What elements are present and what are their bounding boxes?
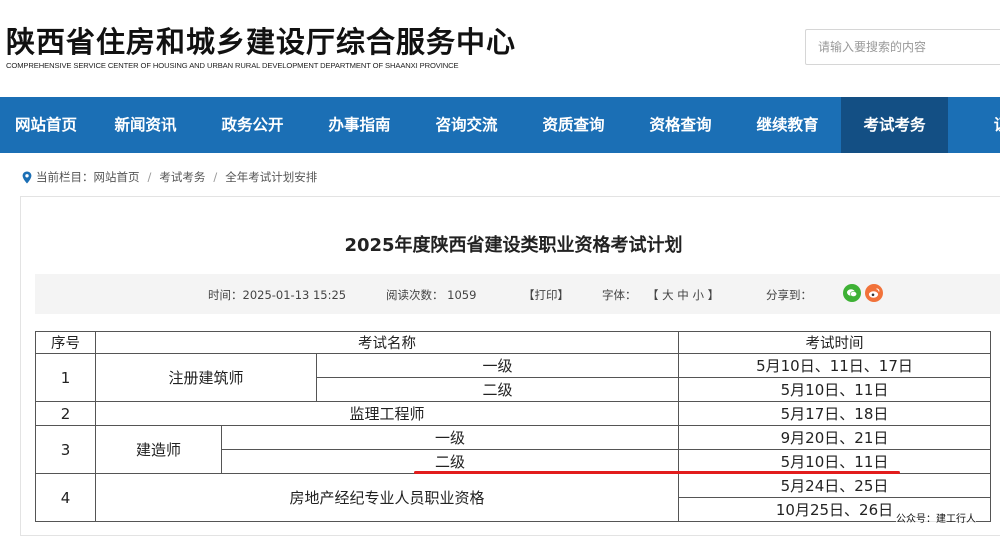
row-exam-level: 一级 <box>221 425 679 450</box>
row-no: 4 <box>35 473 96 522</box>
red-highlight-underline <box>414 471 900 474</box>
breadcrumb: 当前栏目： 网站首页 / 考试考务 / 全年考试计划安排 <box>22 169 317 185</box>
breadcrumb-label: 当前栏目： <box>36 170 94 184</box>
site-header: 陕西省住房和城乡建设厅综合服务中心 COMPREHENSIVE SERVICE … <box>0 0 1000 97</box>
row-exam-time: 5月24日、25日 <box>678 473 991 498</box>
row-no: 3 <box>35 425 96 474</box>
table-header-row: 序号 考试名称 考试时间 <box>35 331 991 354</box>
breadcrumb-separator: / <box>213 170 218 184</box>
row-exam-level: 二级 <box>221 449 679 474</box>
breadcrumb-exams[interactable]: 考试考务 <box>159 169 205 185</box>
nav-item-guide[interactable]: 办事指南 <box>306 97 413 153</box>
row-exam-time: 9月20日、21日 <box>678 425 991 450</box>
header-exam-time: 考试时间 <box>678 331 991 354</box>
table-row: 4 房地产经纪专业人员职业资格 5月24日、25日 <box>35 473 991 522</box>
nav-item-qualification-query[interactable]: 资质查询 <box>520 97 627 153</box>
row-exam-time: 5月10日、11日 <box>678 377 991 402</box>
row-exam-level: 一级 <box>316 353 679 378</box>
row-exam-time: 5月10日、11日 <box>678 449 991 474</box>
row-exam-name: 注册建筑师 <box>95 353 317 402</box>
print-button[interactable]: 【打印】 <box>523 287 569 303</box>
share-label: 分享到： <box>766 288 812 302</box>
table-row: 3 建造师 一级 9月20日、21日 <box>35 425 991 474</box>
table-row: 2 监理工程师 5月17日、18日 <box>35 401 991 426</box>
row-exam-name: 房地产经纪专业人员职业资格 <box>95 473 679 522</box>
row-exam-name: 监理工程师 <box>95 401 679 426</box>
site-title[interactable]: 陕西省住房和城乡建设厅综合服务中心 <box>6 19 516 61</box>
nav-item-certificate[interactable]: 证 <box>948 97 1000 153</box>
nav-item-gov-affairs[interactable]: 政务公开 <box>199 97 306 153</box>
row-exam-time: 5月17日、18日 <box>678 401 991 426</box>
header-no: 序号 <box>35 331 96 354</box>
row-exam-level: 二级 <box>316 377 679 402</box>
exam-schedule-table: 序号 考试名称 考试时间 1 注册建筑师 一级 5月10日、11日、17日 二级… <box>35 331 991 522</box>
main-nav: 网站首页 新闻资讯 政务公开 办事指南 咨询交流 资质查询 资格查询 继续教育 … <box>0 97 1000 153</box>
nav-item-news[interactable]: 新闻资讯 <box>92 97 199 153</box>
watermark-text: 公众号：建工行人 <box>896 510 976 525</box>
publish-time: 时间：2025-01-13 15:25 <box>208 288 347 302</box>
breadcrumb-home[interactable]: 网站首页 <box>94 169 140 185</box>
breadcrumb-separator: / <box>147 170 152 184</box>
weibo-icon[interactable] <box>865 284 883 302</box>
site-subtitle: COMPREHENSIVE SERVICE CENTER OF HOUSING … <box>6 61 459 70</box>
nav-item-consult[interactable]: 咨询交流 <box>413 97 520 153</box>
nav-item-continuing-education[interactable]: 继续教育 <box>734 97 841 153</box>
font-size-label: 字体： <box>602 288 637 302</box>
search-input[interactable] <box>805 29 1000 65</box>
view-count: 阅读次数： 1059 <box>386 288 477 302</box>
breadcrumb-current[interactable]: 全年考试计划安排 <box>225 169 317 185</box>
row-exam-name: 建造师 <box>95 425 222 474</box>
nav-item-certificate-query[interactable]: 资格查询 <box>627 97 734 153</box>
header-exam-name: 考试名称 <box>95 331 679 354</box>
article-meta-bar: 时间：2025-01-13 15:25 阅读次数： 1059 【打印】 字体： … <box>35 274 1000 314</box>
location-pin-icon <box>22 171 32 183</box>
row-no: 2 <box>35 401 96 426</box>
nav-item-home[interactable]: 网站首页 <box>0 97 92 153</box>
table-row: 1 注册建筑师 一级 5月10日、11日、17日 <box>35 353 991 402</box>
nav-item-exams[interactable]: 考试考务 <box>841 97 948 153</box>
font-size-selector[interactable]: 【 大 中 小 】 <box>647 287 719 303</box>
article-title: 2025年度陕西省建设类职业资格考试计划 <box>344 235 683 256</box>
row-no: 1 <box>35 353 96 402</box>
wechat-icon[interactable] <box>843 284 861 302</box>
row-exam-time: 5月10日、11日、17日 <box>678 353 991 378</box>
